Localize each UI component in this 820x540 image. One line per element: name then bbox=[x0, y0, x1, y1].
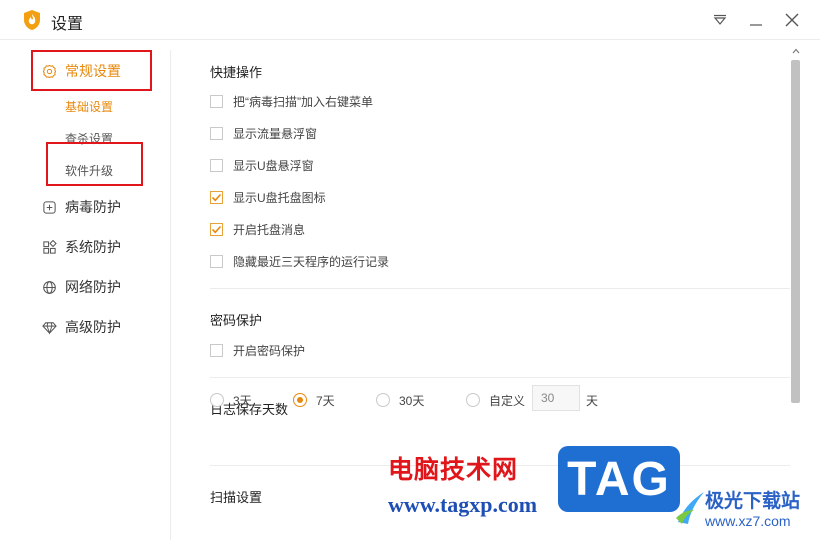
highlight-box-general-settings bbox=[31, 50, 152, 91]
minimize-icon bbox=[750, 24, 762, 26]
sidebar-item-virus-protection[interactable]: 病毒防护 bbox=[42, 195, 121, 219]
checkbox-box[interactable] bbox=[210, 126, 223, 140]
watermark-brand2-url: www.xz7.com bbox=[705, 513, 791, 529]
checkmark-icon bbox=[211, 193, 222, 201]
sidebar-item-advanced-protection[interactable]: 高级防护 bbox=[42, 315, 121, 339]
checkbox-box[interactable] bbox=[210, 343, 223, 357]
section-title-quick-actions: 快捷操作 bbox=[210, 65, 263, 80]
radio-button[interactable] bbox=[376, 393, 390, 407]
window-title: 设置 bbox=[51, 16, 84, 33]
sidebar-item-label: 网络防护 bbox=[65, 279, 121, 295]
scrollbar-thumb[interactable] bbox=[791, 60, 800, 403]
checkbox-tray-messages[interactable]: 开启托盘消息 bbox=[210, 221, 305, 237]
radio-label: 30天 bbox=[399, 393, 425, 408]
watermark-brand2: 极光下载站 bbox=[705, 490, 801, 512]
checkmark-icon bbox=[211, 225, 222, 233]
radio-label: 7天 bbox=[316, 393, 335, 408]
checkbox-box-checked[interactable] bbox=[210, 222, 223, 236]
checkbox-box-checked[interactable] bbox=[210, 190, 223, 204]
radio-button[interactable] bbox=[210, 393, 224, 407]
sidebar-item-network-protection[interactable]: 网络防护 bbox=[42, 275, 121, 299]
close-icon bbox=[785, 13, 799, 27]
minimize-button[interactable] bbox=[744, 8, 768, 32]
section-title-password: 密码保护 bbox=[210, 313, 263, 328]
checkbox-label: 显示流量悬浮窗 bbox=[233, 126, 318, 141]
aurora-logo-icon bbox=[676, 492, 704, 524]
diamond-icon bbox=[42, 320, 57, 335]
checkbox-add-to-context-menu[interactable]: 把“病毒扫描”加入右键菜单 bbox=[210, 93, 373, 109]
custom-days-input[interactable] bbox=[532, 385, 580, 411]
sidebar-item-label: 系统防护 bbox=[65, 239, 121, 255]
chevron-up-icon bbox=[792, 48, 800, 54]
radio-button-selected[interactable] bbox=[293, 393, 307, 407]
title-bar: 设置 bbox=[0, 0, 820, 40]
section-divider bbox=[210, 377, 790, 378]
radio-button[interactable] bbox=[466, 393, 480, 407]
radio-custom-days[interactable]: 自定义 bbox=[466, 392, 525, 408]
checkbox-traffic-float-window[interactable]: 显示流量悬浮窗 bbox=[210, 125, 317, 141]
checkbox-label: 显示U盘托盘图标 bbox=[233, 190, 326, 205]
section-title-scan-settings: 扫描设置 bbox=[210, 490, 263, 505]
checkbox-usb-tray-icon[interactable]: 显示U盘托盘图标 bbox=[210, 189, 326, 205]
radio-3-days[interactable]: 3天 bbox=[210, 392, 252, 408]
days-unit-label: 天 bbox=[586, 394, 599, 408]
watermark-site-url: www.tagxp.com bbox=[388, 492, 538, 517]
globe-icon bbox=[42, 280, 57, 295]
watermark-tag-logo: TAG bbox=[558, 446, 680, 512]
watermark-site-name: 电脑技术网 bbox=[388, 455, 519, 484]
dropdown-icon bbox=[713, 14, 727, 25]
sidebar-item-label: 病毒防护 bbox=[65, 199, 121, 215]
sidebar-item-system-protection[interactable]: 系统防护 bbox=[42, 235, 121, 259]
radio-7-days[interactable]: 7天 bbox=[293, 392, 335, 408]
checkbox-box[interactable] bbox=[210, 254, 223, 268]
sidebar-subitem-basic-settings[interactable]: 基础设置 bbox=[65, 98, 113, 115]
close-button[interactable] bbox=[780, 8, 804, 32]
checkbox-label: 显示U盘悬浮窗 bbox=[233, 158, 314, 173]
checkbox-label: 把“病毒扫描”加入右键菜单 bbox=[233, 94, 373, 109]
app-shield-logo-icon bbox=[24, 10, 40, 30]
checkbox-enable-password[interactable]: 开启密码保护 bbox=[210, 342, 305, 358]
radio-label: 自定义 bbox=[489, 393, 526, 408]
checkbox-box[interactable] bbox=[210, 94, 223, 108]
blocks-icon bbox=[42, 239, 57, 255]
checkbox-hide-recent-records[interactable]: 隐藏最近三天程序的运行记录 bbox=[210, 253, 389, 269]
dropdown-menu-button[interactable] bbox=[708, 8, 732, 32]
checkbox-box[interactable] bbox=[210, 158, 223, 172]
section-divider bbox=[210, 288, 790, 289]
plus-square-icon bbox=[42, 200, 57, 215]
checkbox-label: 隐藏最近三天程序的运行记录 bbox=[233, 254, 390, 269]
radio-30-days[interactable]: 30天 bbox=[376, 392, 424, 408]
checkbox-label: 开启密码保护 bbox=[233, 343, 306, 358]
sidebar-item-label: 高级防护 bbox=[65, 319, 121, 335]
scroll-up-button[interactable] bbox=[790, 48, 802, 58]
radio-label: 3天 bbox=[233, 393, 252, 408]
checkbox-usb-float-window[interactable]: 显示U盘悬浮窗 bbox=[210, 157, 314, 173]
highlight-box-software-update bbox=[46, 142, 143, 186]
log-days-radio-group: 3天 7天 30天 自定义 天 bbox=[210, 385, 770, 411]
checkbox-label: 开启托盘消息 bbox=[233, 222, 306, 237]
